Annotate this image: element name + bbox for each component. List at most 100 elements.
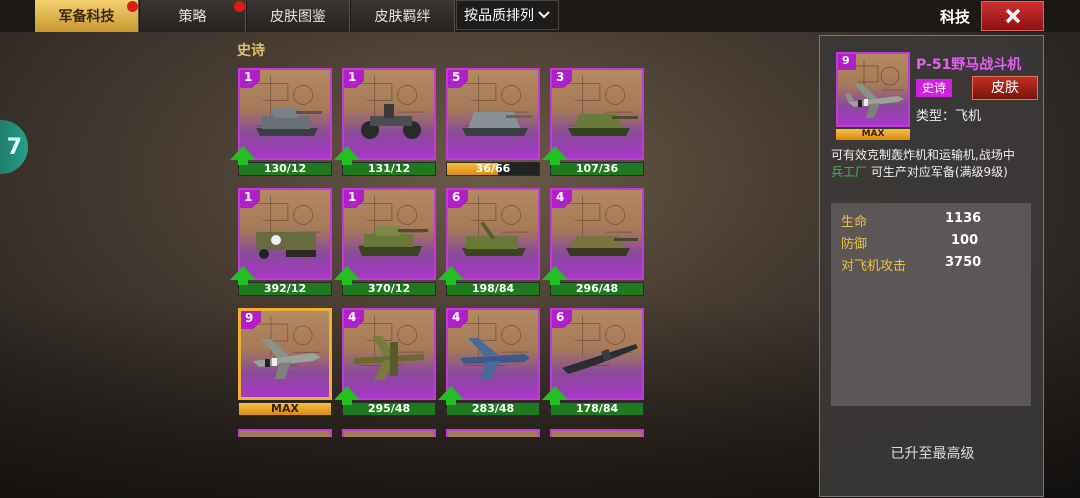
stat-defense: 防御 100 bbox=[841, 233, 978, 252]
tab-label: 军备科技 bbox=[58, 9, 115, 25]
tab-label: 皮肤羁绊 bbox=[374, 9, 431, 25]
progress-bar: 296/48 bbox=[550, 282, 644, 296]
progress-text: 295/48 bbox=[367, 402, 411, 415]
stat-value: 3750 bbox=[945, 255, 982, 270]
tab-military-tech[interactable]: 军备科技 bbox=[35, 0, 139, 32]
upgrade-arrow-icon bbox=[542, 146, 568, 165]
detail-unit-card: 9 bbox=[836, 52, 910, 127]
unit-card-partial[interactable] bbox=[550, 429, 644, 437]
description-text: 可生产对应军备(满级9级) bbox=[870, 165, 1008, 179]
navy-fighter-icon bbox=[460, 338, 530, 380]
unit-type: 类型：飞机 bbox=[916, 109, 982, 124]
unit-card[interactable]: 9 MAX bbox=[238, 308, 332, 416]
notification-dot bbox=[234, 1, 245, 12]
progress-bar: 283/48 bbox=[446, 402, 540, 416]
unit-card[interactable]: 6 178/84 bbox=[542, 308, 644, 416]
unit-card[interactable]: 4 283/48 bbox=[438, 308, 540, 416]
sort-label: 按品质排列 bbox=[464, 8, 534, 24]
progress-text: 131/12 bbox=[367, 162, 411, 175]
progress-bar: 295/48 bbox=[342, 402, 436, 416]
close-icon bbox=[1005, 8, 1020, 24]
unit-name: P-51野马战斗机 bbox=[916, 57, 1022, 73]
progress-text: 178/84 bbox=[575, 402, 619, 415]
tab-skin-bonds[interactable]: 皮肤羁绊 bbox=[351, 0, 455, 32]
progress-bar: 36/66 bbox=[446, 162, 540, 176]
tab-skin-gallery[interactable]: 皮肤图鉴 bbox=[247, 0, 350, 32]
progress-bar: 198/84 bbox=[446, 282, 540, 296]
unit-card-partial[interactable] bbox=[342, 429, 436, 437]
light-tank-icon bbox=[256, 108, 322, 136]
motorcycle-icon bbox=[361, 104, 421, 139]
upgrade-arrow-icon bbox=[542, 386, 568, 405]
level-badge: 9 bbox=[838, 54, 856, 70]
progress-text: 392/12 bbox=[263, 282, 307, 295]
unit-card-partial[interactable] bbox=[446, 429, 540, 437]
unit-card[interactable]: 3 107/36 bbox=[542, 68, 644, 176]
description-text: 可有效克制轰炸机和运输机,战场中 bbox=[831, 148, 1015, 162]
progress-text: 130/12 bbox=[263, 162, 307, 175]
stat-value: 100 bbox=[951, 233, 979, 248]
progress-bar: 131/12 bbox=[342, 162, 436, 176]
close-button[interactable] bbox=[981, 1, 1044, 31]
chevron-down-icon bbox=[538, 11, 550, 19]
stat-label: 生命 bbox=[841, 215, 868, 230]
max-level-status: 已升至最高级 bbox=[890, 446, 975, 462]
page-title: 科技 bbox=[940, 8, 971, 26]
progress-text: 283/48 bbox=[471, 402, 515, 415]
unit-card[interactable]: 1 131/12 bbox=[334, 68, 436, 176]
sort-by-quality-dropdown[interactable]: 按品质排列 bbox=[456, 0, 559, 30]
top-bar: 军备科技 策略 皮肤图鉴 皮肤羁绊 按品质排列 科技 bbox=[0, 0, 1080, 32]
tank-destroyer-icon bbox=[568, 114, 638, 136]
card-frame: 5 bbox=[446, 68, 540, 160]
unit-card[interactable]: 4 296/48 bbox=[542, 188, 644, 296]
fighter-plane-icon bbox=[845, 84, 904, 118]
progress-bar: 107/36 bbox=[550, 162, 644, 176]
upgrade-arrow-icon bbox=[438, 266, 464, 285]
rarity-badge: 史诗 bbox=[916, 79, 952, 97]
description-highlight: 兵工厂 bbox=[831, 165, 868, 179]
medium-tank-icon bbox=[358, 226, 428, 256]
progress-text: 107/36 bbox=[575, 162, 619, 175]
unit-detail-panel: 9 MAX P-51野马战斗机 史诗 皮肤 类型：飞机 可有效克制轰炸机和运输机… bbox=[819, 35, 1044, 497]
tab-label: 皮肤图鉴 bbox=[270, 9, 326, 25]
fighter-plane-icon bbox=[253, 339, 321, 379]
submarine-icon bbox=[562, 344, 638, 374]
tab-label: 策略 bbox=[178, 9, 207, 25]
progress-text: 296/48 bbox=[575, 282, 619, 295]
unit-card[interactable]: 5 36/66 bbox=[446, 68, 540, 176]
unit-card[interactable]: 4 295/48 bbox=[334, 308, 436, 416]
upgrade-arrow-icon bbox=[438, 386, 464, 405]
upgrade-arrow-icon bbox=[334, 146, 360, 165]
stat-value: 1136 bbox=[945, 211, 982, 226]
bomber-plane-icon bbox=[354, 336, 424, 380]
card-frame: 9 bbox=[238, 308, 332, 400]
section-title-epic: 史诗 bbox=[237, 43, 265, 59]
skin-button[interactable]: 皮肤 bbox=[972, 76, 1038, 100]
progress-bar: 370/12 bbox=[342, 282, 436, 296]
stat-hp: 生命 1136 bbox=[841, 211, 981, 230]
unit-card[interactable]: 1 370/12 bbox=[334, 188, 436, 296]
unit-card-partial[interactable] bbox=[238, 429, 332, 437]
progress-text: MAX bbox=[271, 402, 299, 415]
jagdpanzer-icon bbox=[566, 236, 638, 256]
upgrade-arrow-icon bbox=[230, 266, 256, 285]
unit-card[interactable]: 1 392/12 bbox=[230, 188, 332, 296]
upgrade-arrow-icon bbox=[230, 146, 256, 165]
stats-box: 生命 1136 防御 100 对飞机攻击 3750 bbox=[831, 203, 1031, 406]
halftrack-icon bbox=[256, 232, 316, 259]
unit-description: 可有效克制轰炸机和运输机,战场中 兵工厂 可生产对应军备(满级9级) bbox=[831, 147, 1037, 181]
max-badge: MAX bbox=[836, 129, 910, 140]
self-propelled-gun-icon bbox=[462, 221, 526, 256]
progress-text: 198/84 bbox=[471, 282, 515, 295]
progress-bar: 130/12 bbox=[238, 162, 332, 176]
unit-card[interactable]: 6 198/84 bbox=[438, 188, 540, 296]
stat-label: 防御 bbox=[841, 237, 868, 252]
upgrade-arrow-icon bbox=[542, 266, 568, 285]
tab-strategy[interactable]: 策略 bbox=[140, 0, 246, 32]
upgrade-arrow-icon bbox=[334, 386, 360, 405]
progress-bar: 392/12 bbox=[238, 282, 332, 296]
stat-anti-air: 对飞机攻击 3750 bbox=[841, 255, 981, 274]
unit-card[interactable]: 1 130/12 bbox=[230, 68, 332, 176]
progress-text: 36/66 bbox=[475, 162, 511, 175]
progress-bar: 178/84 bbox=[550, 402, 644, 416]
